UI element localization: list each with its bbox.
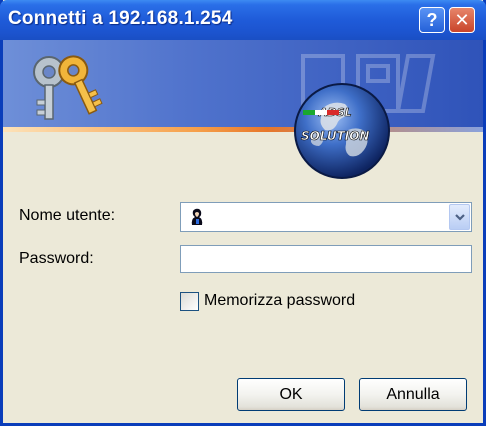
username-input[interactable] — [211, 208, 445, 226]
chevron-down-icon — [454, 214, 465, 221]
ok-button[interactable]: OK — [237, 378, 345, 411]
help-button[interactable]: ? — [419, 7, 445, 33]
logo-flag-red — [327, 110, 339, 115]
username-dropdown-button[interactable] — [449, 204, 470, 230]
remember-password-label[interactable]: Memorizza password — [204, 292, 355, 310]
logo-flag-green — [303, 110, 315, 115]
password-input[interactable] — [180, 245, 472, 273]
remember-password-checkbox[interactable] — [180, 292, 199, 311]
username-label: Nome utente: — [19, 207, 116, 224]
keys-icon — [33, 55, 103, 120]
banner-stripe — [3, 127, 483, 132]
user-icon — [191, 208, 203, 225]
logo-flag-white — [315, 110, 327, 115]
login-dialog: Connetti a 192.168.1.254 ? ✕ SOLUTION No… — [0, 0, 486, 426]
cancel-button[interactable]: Annulla — [359, 378, 467, 411]
help-icon: ? — [426, 9, 438, 30]
close-icon: ✕ — [454, 9, 470, 30]
password-label: Password: — [19, 250, 94, 267]
close-button[interactable]: ✕ — [449, 7, 475, 33]
username-combobox[interactable] — [180, 202, 472, 232]
logo-text-bottom: SOLUTION — [301, 129, 369, 143]
title-bar[interactable]: Connetti a 192.168.1.254 ? ✕ — [0, 0, 486, 40]
adsl-solution-logo: ADSL SOLUTION — [294, 83, 390, 179]
window-title: Connetti a 192.168.1.254 — [8, 8, 233, 29]
